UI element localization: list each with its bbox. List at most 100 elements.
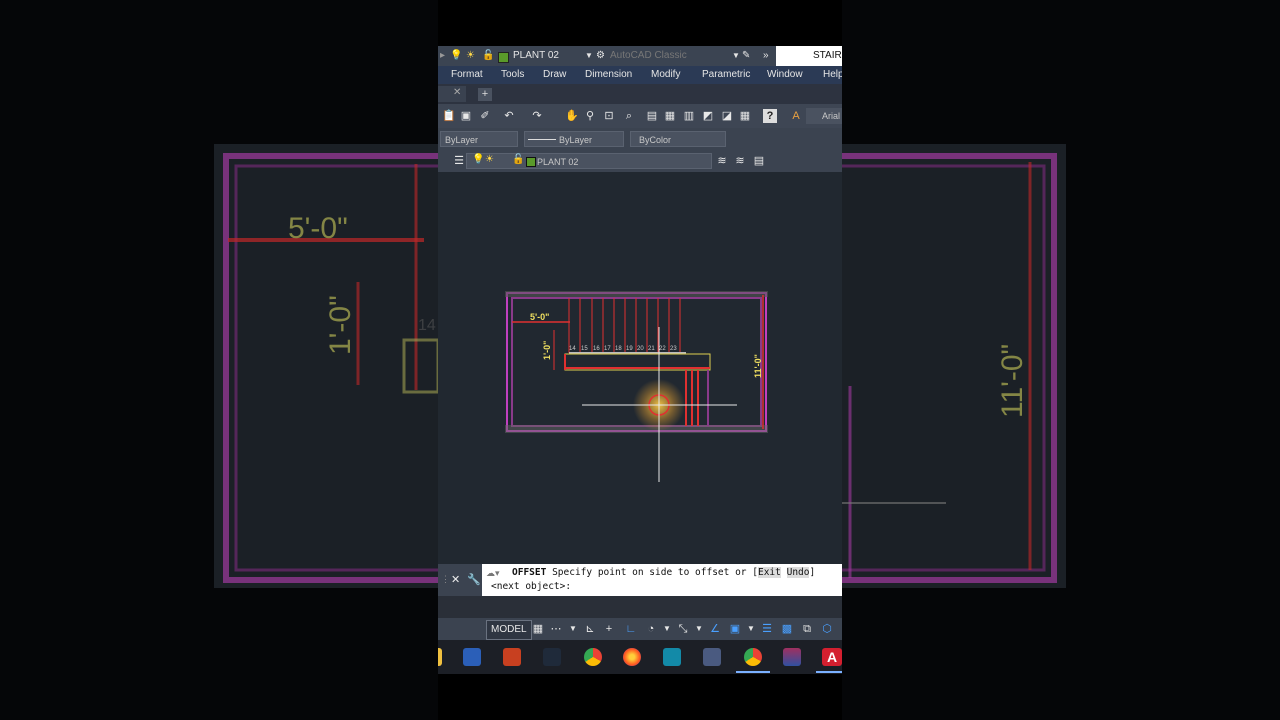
layer-lock-icon[interactable]: 🔓 [512,154,524,165]
workspace-dropdown[interactable]: AutoCAD Classic [610,46,734,66]
color-dropdown[interactable]: ByLayer [440,131,518,147]
bg-dim-width: 5'-0" [288,212,348,245]
file-explorer-icon[interactable] [438,648,442,666]
layer-color-swatch [526,157,536,167]
document-title-tab[interactable]: STAIRS [776,46,842,66]
command-grip-icon[interactable]: ⋮ [441,574,450,585]
dynamic-input-icon[interactable]: + [602,622,616,636]
design-center-icon[interactable]: ▦ [663,109,677,123]
make-current-layer-icon[interactable]: ≋ [715,154,729,168]
customize-wrench-icon[interactable]: 🔧 [467,573,481,586]
isodraft-icon[interactable]: ⤡ [676,622,690,636]
sun-icon[interactable]: ☀ [466,46,475,66]
zoom-window-icon[interactable]: ⊡ [602,109,616,123]
grid-icon[interactable]: ▦ [531,622,545,636]
command-input-line[interactable]: <next object>: [491,581,571,592]
object-snap-tracking-icon[interactable]: ∠ [708,622,722,636]
lightbulb-icon[interactable]: 💡 [450,46,462,66]
snap-icon[interactable]: ⋯ [549,622,563,636]
layer-states-icon[interactable]: ▤ [752,154,766,168]
autocad-icon[interactable]: A [822,648,842,666]
ortho-icon[interactable]: ∟ [624,622,638,636]
menu-tools[interactable]: Tools [501,66,524,84]
calculator-icon[interactable]: ▦ [738,109,752,123]
osnap-dropdown-icon[interactable]: ▼ [744,622,758,636]
polar-dropdown-icon[interactable]: ▼ [660,622,674,636]
workspace-gear-icon[interactable]: ⚙ [596,46,605,66]
chrome-2-icon[interactable] [744,648,762,666]
layer-properties-icon[interactable]: ☰ [452,154,466,168]
menu-help[interactable]: Help [823,66,842,84]
selection-cycling-icon[interactable]: ⧉ [800,622,814,636]
polar-tracking-icon[interactable]: ◔ [644,622,658,636]
chrome-icon[interactable] [584,648,602,666]
model-space-button[interactable]: MODEL [486,620,532,640]
close-tab-icon[interactable]: ✕ [453,87,461,98]
menu-draw[interactable]: Draw [543,66,566,84]
save-icon[interactable]: ▣ [459,109,473,123]
wall-top-fill [505,291,768,297]
menu-modify[interactable]: Modify [651,66,680,84]
command-name: OFFSET [512,567,547,578]
match-properties-icon[interactable]: ✐ [478,109,492,123]
qat-overflow-icon[interactable]: » [763,46,769,66]
qat-layer-name[interactable]: PLANT 02 [513,46,559,66]
isodraft-dropdown-icon[interactable]: ▼ [692,622,706,636]
lock-icon[interactable]: 🔓 [482,46,494,66]
menu-format[interactable]: Format [451,66,483,84]
option-undo[interactable]: Undo [786,567,810,578]
winrar-icon[interactable] [783,648,801,666]
workspace-settings-icon[interactable]: ✎ [742,46,750,66]
tool-palettes-icon[interactable]: ▥ [682,109,696,123]
object-snap-icon[interactable]: ▣ [728,622,742,636]
new-tab-button[interactable]: + [478,88,492,101]
text-style-icon[interactable]: A [789,109,803,123]
lineweight-dropdown[interactable]: ByColor [630,131,726,147]
markup-icon[interactable]: ◪ [720,109,734,123]
redo-icon[interactable]: ↷ [530,109,544,123]
workspace-dropdown-arrow-icon[interactable]: ▼ [732,46,740,66]
command-history-icon[interactable]: ☁▾ [486,568,500,579]
layer-previous-icon[interactable]: ≋ [733,154,747,168]
menu-parametric[interactable]: Parametric [702,66,750,84]
step-number: 18 [615,346,622,352]
drawing-canvas[interactable]: 14 15 16 17 18 19 20 21 22 23 5'-0" 1'-0… [438,172,842,564]
undo-icon[interactable]: ↶ [502,109,516,123]
snap-dropdown-icon[interactable]: ▼ [566,622,580,636]
firefox-icon[interactable] [623,648,641,666]
zoom-previous-icon[interactable]: ⌕ [622,109,636,123]
text-style-dropdown[interactable]: Arial [806,108,842,124]
help-icon[interactable]: ? [763,109,777,123]
autocad-2-icon[interactable] [503,648,521,666]
infer-constraints-icon[interactable]: ⊾ [583,622,597,636]
layer-on-icon[interactable]: 💡 [472,154,484,165]
windows-taskbar: A [438,640,842,674]
step-number: 16 [593,346,600,352]
powershell-icon[interactable] [543,648,561,666]
step-number: 21 [648,346,655,352]
stair-plan-drawing: 14 15 16 17 18 19 20 21 22 23 5'-0" 1'-0… [505,291,768,482]
vlc-icon[interactable] [703,648,721,666]
transparency-icon[interactable]: ▩ [780,622,794,636]
sheet-set-icon[interactable]: ◩ [701,109,715,123]
file-tab[interactable] [438,86,466,102]
close-command-icon[interactable]: ✕ [451,573,460,586]
pan-icon[interactable]: ✋ [565,109,579,123]
menu-dimension[interactable]: Dimension [585,66,632,84]
command-line[interactable]: ⋮ ✕ 🔧 ☁▾ OFFSET Specify point on side to… [438,564,842,596]
paste-icon[interactable]: 📋 [442,109,456,123]
media-player-icon[interactable] [663,648,681,666]
3d-osnap-icon[interactable]: ⬡ [820,622,834,636]
zoom-realtime-icon[interactable]: ⚲ [583,109,597,123]
lineweight-toggle-icon[interactable]: ☰ [760,622,774,636]
layer-dropdown[interactable]: PLANT 02 [466,153,712,169]
layer-dropdown-arrow-icon[interactable]: ▼ [585,46,593,66]
word-icon[interactable] [463,648,481,666]
option-exit[interactable]: Exit [757,567,781,578]
menu-window[interactable]: Window [767,66,803,84]
bg-dim-tread: 1'-0" [324,295,357,355]
layer-freeze-icon[interactable]: ☀ [485,154,494,165]
menu-bar: Format Tools Draw Dimension Modify Param… [438,66,842,84]
status-bar: MODEL ▦ ⋯ ▼ ⊾ + ∟ ◔ ▼ ⤡ ▼ ∠ ▣ ▼ ☰ ▩ ⧉ ⬡ [438,618,842,640]
properties-icon[interactable]: ▤ [645,109,659,123]
